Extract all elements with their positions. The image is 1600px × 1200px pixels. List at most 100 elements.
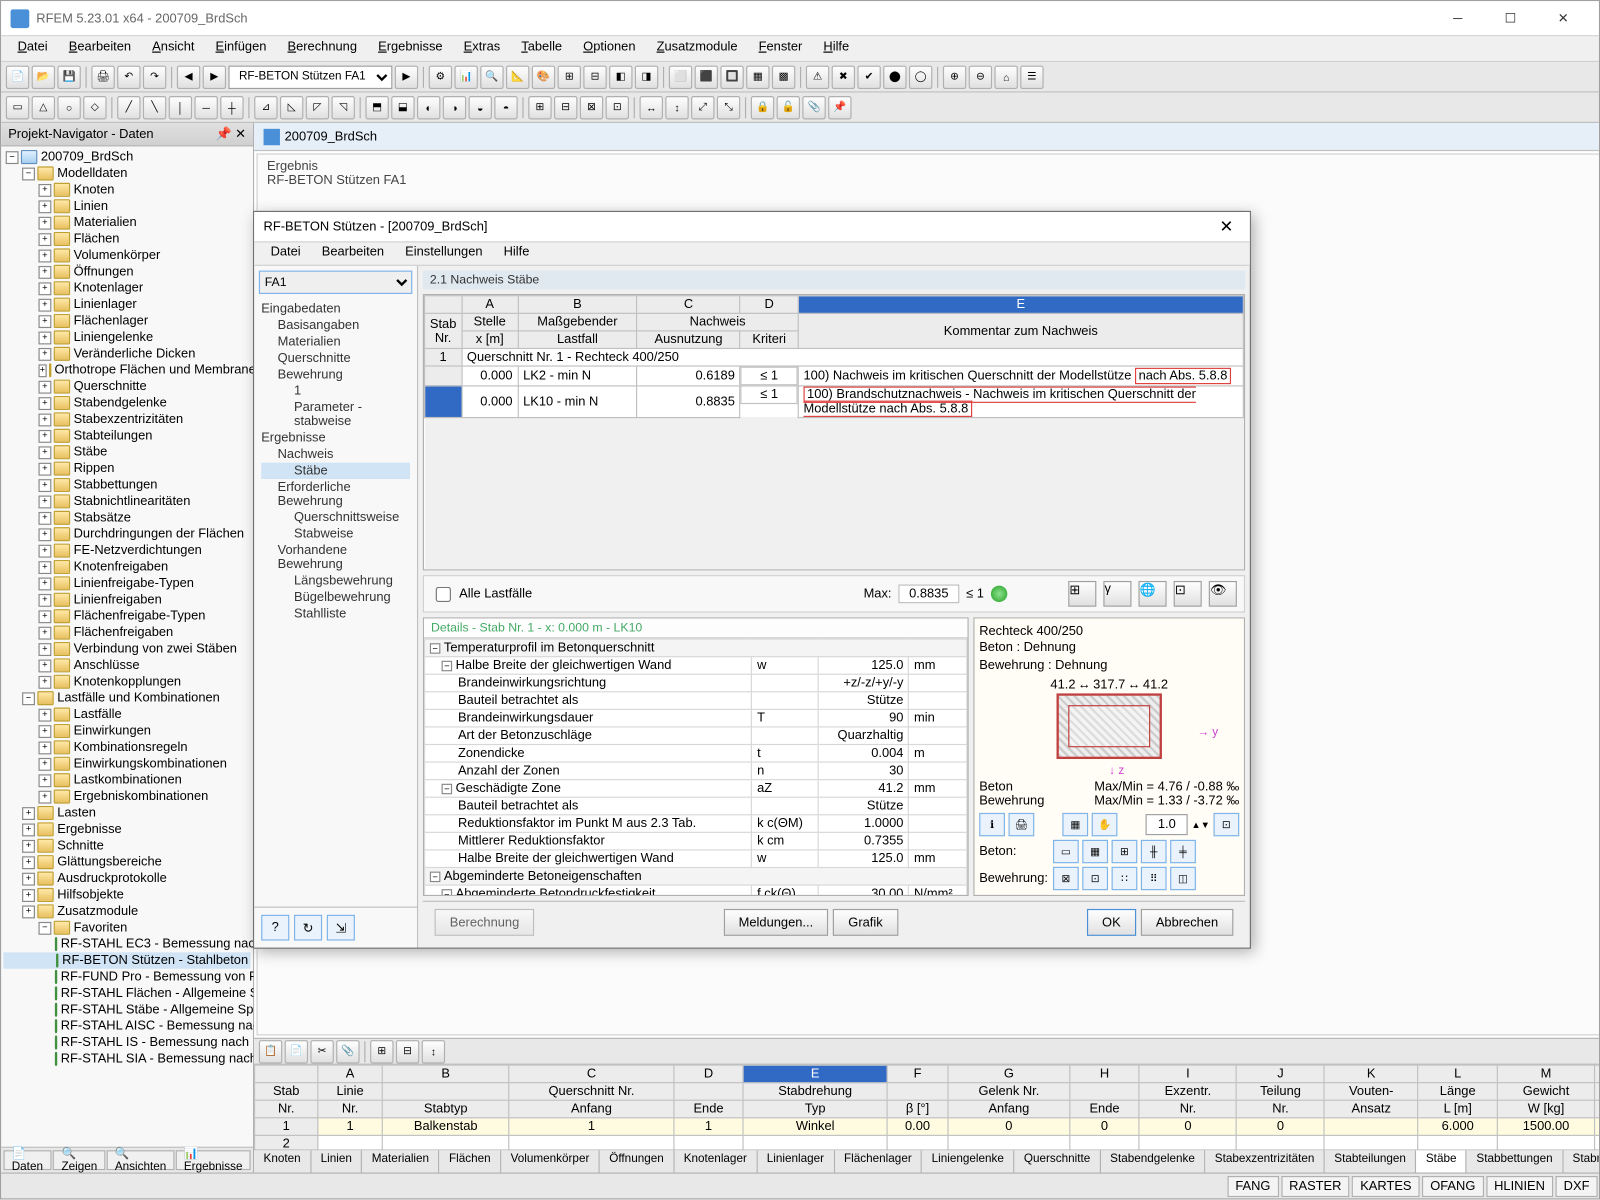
dtree-ergebnisse[interactable]: Ergebnisse bbox=[261, 430, 410, 446]
tbtn-k[interactable]: ⬛ bbox=[695, 65, 718, 88]
btab-flächenlager[interactable]: Flächenlager bbox=[835, 1150, 923, 1172]
nav-rippen[interactable]: +Rippen bbox=[4, 460, 251, 476]
tbtn-q[interactable]: ✔ bbox=[857, 65, 880, 88]
dtree-eingabedaten[interactable]: Eingabedaten bbox=[261, 301, 410, 317]
nav-linienlager[interactable]: +Linienlager bbox=[4, 296, 251, 312]
btab-liniengelenke[interactable]: Liniengelenke bbox=[922, 1150, 1014, 1172]
cs-info-button[interactable]: ℹ bbox=[979, 813, 1005, 836]
t2-ee[interactable]: 📌 bbox=[828, 95, 851, 118]
nav-ausdruckprotokolle[interactable]: +Ausdruckprotokolle bbox=[4, 870, 251, 886]
bp-t4[interactable]: 📎 bbox=[336, 1040, 359, 1063]
btab-stabnichtlinearitäten[interactable]: Stabnichtlinearitäten bbox=[1563, 1150, 1599, 1172]
menu-optionen[interactable]: Optionen bbox=[574, 36, 645, 61]
dlg-menu-einstellungen[interactable]: Einstellungen bbox=[396, 242, 492, 264]
cs-print-button[interactable]: 🖨 bbox=[1008, 813, 1034, 836]
bp-t1[interactable]: 📋 bbox=[259, 1040, 282, 1063]
nav-stabexzentrizit-ten[interactable]: +Stabexzentrizitäten bbox=[4, 411, 251, 427]
tbtn-save[interactable]: 💾 bbox=[57, 65, 80, 88]
maximize-button[interactable]: ☐ bbox=[1484, 1, 1537, 36]
cs-b4[interactable]: ╫ bbox=[1141, 840, 1167, 863]
status-fang[interactable]: FANG bbox=[1227, 1175, 1278, 1196]
cancel-button[interactable]: Abbrechen bbox=[1141, 909, 1234, 936]
t2-e[interactable]: ╱ bbox=[117, 95, 140, 118]
nav-knotenkopplungen[interactable]: +Knotenkopplungen bbox=[4, 673, 251, 689]
status-ofang[interactable]: OFANG bbox=[1422, 1175, 1484, 1196]
btab-volumenkörper[interactable]: Volumenkörper bbox=[501, 1150, 600, 1172]
cs-w2[interactable]: ⊡ bbox=[1082, 867, 1108, 890]
t2-j[interactable]: ⊿ bbox=[254, 95, 277, 118]
btab-querschnitte[interactable]: Querschnitte bbox=[1014, 1150, 1100, 1172]
t2-q[interactable]: ◑ bbox=[443, 95, 466, 118]
t2-cc[interactable]: 🔓 bbox=[777, 95, 800, 118]
nav-st-be[interactable]: +Stäbe bbox=[4, 444, 251, 460]
nav-lastf-lle[interactable]: +Lastfälle bbox=[4, 706, 251, 722]
tbtn-h[interactable]: ◧ bbox=[609, 65, 632, 88]
minimize-button[interactable]: ─ bbox=[1431, 1, 1484, 36]
bp-t7[interactable]: ↕ bbox=[422, 1040, 445, 1063]
nav-stabs-tze[interactable]: +Stabsätze bbox=[4, 510, 251, 526]
nav-orthotrope-fl-chen-und-membran[interactable]: +Orthotrope Flächen und Membranen bbox=[4, 362, 251, 378]
t2-t[interactable]: ⊞ bbox=[528, 95, 551, 118]
nav-stabbettungen[interactable]: +Stabbettungen bbox=[4, 477, 251, 493]
tbtn-p[interactable]: ✖ bbox=[832, 65, 855, 88]
navtab-zeigen[interactable]: 🔍 Zeigen bbox=[53, 1150, 105, 1170]
tbtn-new[interactable]: 📄 bbox=[6, 65, 29, 88]
dtree-st-be[interactable]: Stäbe bbox=[261, 463, 410, 479]
t2-dd[interactable]: 📎 bbox=[802, 95, 825, 118]
nav-anschl-sse[interactable]: +Anschlüsse bbox=[4, 657, 251, 673]
tbtn-f[interactable]: ⊞ bbox=[558, 65, 581, 88]
cs-b5[interactable]: ╪ bbox=[1170, 840, 1196, 863]
t2-g[interactable]: │ bbox=[169, 95, 192, 118]
tbtn-go[interactable]: ▶ bbox=[395, 65, 418, 88]
tbtn-print[interactable]: 🖨 bbox=[91, 65, 114, 88]
tbtn-d[interactable]: 📐 bbox=[506, 65, 529, 88]
t2-c[interactable]: ○ bbox=[57, 95, 80, 118]
btab-knotenlager[interactable]: Knotenlager bbox=[674, 1150, 757, 1172]
menu-tabelle[interactable]: Tabelle bbox=[512, 36, 572, 61]
status-raster[interactable]: RASTER bbox=[1281, 1175, 1350, 1196]
cs-view-2[interactable]: ✋ bbox=[1092, 813, 1118, 836]
nav-rf-stahl-ec3-bemessung-nach[interactable]: RF-STAHL EC3 - Bemessung nach bbox=[4, 936, 251, 952]
t2-f[interactable]: ╲ bbox=[143, 95, 166, 118]
pin-icon[interactable]: 📌 ✕ bbox=[216, 127, 246, 142]
nav-einwirkungen[interactable]: +Einwirkungen bbox=[4, 723, 251, 739]
btab-stabexzentrizitäten[interactable]: Stabexzentrizitäten bbox=[1205, 1150, 1325, 1172]
bottom-grid[interactable]: ABCDEFGHIJKLMNOStabLinieQuerschnitt Nr.S… bbox=[254, 1065, 1599, 1149]
bp-t3[interactable]: ✂ bbox=[310, 1040, 333, 1063]
cs-fit-button[interactable]: ⊡ bbox=[1213, 813, 1239, 836]
menu-einfügen[interactable]: Einfügen bbox=[206, 36, 276, 61]
dtree-querschnitte[interactable]: Querschnitte bbox=[261, 350, 410, 366]
nav-querschnitte[interactable]: +Querschnitte bbox=[4, 378, 251, 394]
nav-ergebniskombinationen[interactable]: +Ergebniskombinationen bbox=[4, 788, 251, 804]
menu-ansicht[interactable]: Ansicht bbox=[143, 36, 204, 61]
nav-fe-netzverdichtungen[interactable]: +FE-Netzverdichtungen bbox=[4, 542, 251, 558]
dialog-results-grid[interactable]: ABCDEStabNr.StelleMaßgebenderNachweisKom… bbox=[423, 294, 1245, 570]
nav-fl-chenfreigaben[interactable]: +Flächenfreigaben bbox=[4, 624, 251, 640]
nav-fl-chen[interactable]: +Flächen bbox=[4, 231, 251, 247]
t2-z[interactable]: ⤢ bbox=[691, 95, 714, 118]
tbtn-m[interactable]: ▦ bbox=[746, 65, 769, 88]
menu-hilfe[interactable]: Hilfe bbox=[814, 36, 859, 61]
mr-btn-5[interactable]: 👁 bbox=[1209, 581, 1237, 607]
tbtn-next[interactable]: ▶ bbox=[203, 65, 226, 88]
dlg-export-button[interactable]: ⇲ bbox=[327, 915, 355, 941]
nav-fl-chenfreigabe-typen[interactable]: +Flächenfreigabe-Typen bbox=[4, 608, 251, 624]
cs-view-1[interactable]: ▦ bbox=[1062, 813, 1088, 836]
nav-modelldaten[interactable]: −Modelldaten bbox=[4, 165, 251, 181]
cs-w3[interactable]: ∷ bbox=[1112, 867, 1138, 890]
mr-btn-4[interactable]: ⊡ bbox=[1174, 581, 1202, 607]
nav-einwirkungskombinationen[interactable]: +Einwirkungskombinationen bbox=[4, 755, 251, 771]
tbtn-j[interactable]: ⬜ bbox=[669, 65, 692, 88]
nav-rf-stahl-sia-bemessung-nach-si[interactable]: RF-STAHL SIA - Bemessung nach SIA bbox=[4, 1051, 251, 1067]
bp-t2[interactable]: 📄 bbox=[285, 1040, 308, 1063]
nav-rf-fund-pro-bemessung-von-fund[interactable]: RF-FUND Pro - Bemessung von Fundamenten bbox=[4, 969, 251, 985]
nav-stabteilungen[interactable]: +Stabteilungen bbox=[4, 428, 251, 444]
btab-stäbe[interactable]: Stäbe bbox=[1417, 1150, 1468, 1172]
nav-rf-beton-st-tzen-stahlbeton[interactable]: RF-BETON Stützen - Stahlbeton bbox=[4, 952, 251, 968]
tbtn-open[interactable]: 📂 bbox=[32, 65, 55, 88]
cs-b3[interactable]: ⊞ bbox=[1112, 840, 1138, 863]
tbtn-g[interactable]: ⊟ bbox=[583, 65, 606, 88]
btab-flächen[interactable]: Flächen bbox=[440, 1150, 502, 1172]
navtab-ansichten[interactable]: 🔍 Ansichten bbox=[107, 1150, 175, 1170]
all-loadcases-checkbox[interactable]: Alle Lastfälle bbox=[431, 583, 532, 605]
